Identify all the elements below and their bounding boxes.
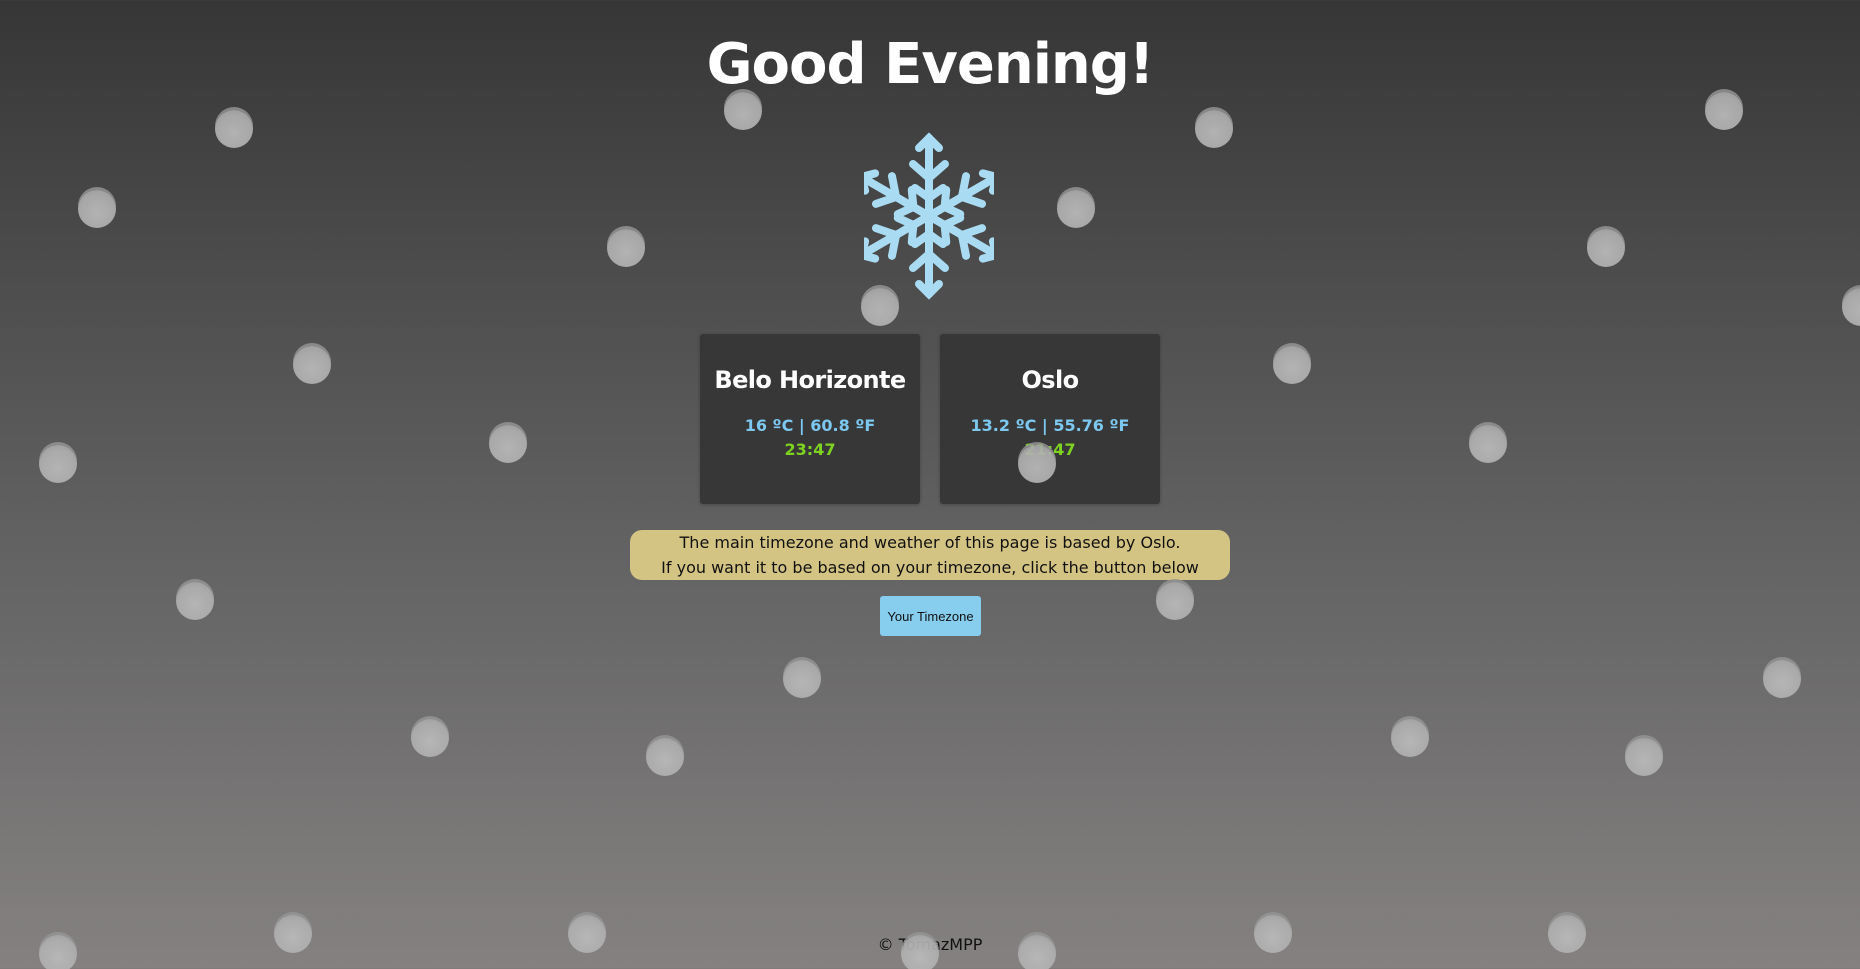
snow-particle <box>1254 915 1292 953</box>
snow-particle <box>901 935 939 969</box>
snow-particle <box>1548 915 1586 953</box>
snow-particle <box>1273 346 1311 384</box>
city-card-oslo: Oslo 13.2 ºC | 55.76 ºF 21:47 <box>940 334 1160 504</box>
snow-particle <box>293 346 331 384</box>
snow-particle <box>176 582 214 620</box>
snow-particle <box>78 190 116 228</box>
snow-particle <box>1057 190 1095 228</box>
snow-particle <box>861 288 899 326</box>
snow-particle <box>1469 425 1507 463</box>
snow-particle <box>783 660 821 698</box>
timezone-notice: The main timezone and weather of this pa… <box>630 530 1230 580</box>
snow-particle <box>1018 445 1056 483</box>
snowflake-icon <box>864 132 994 301</box>
snow-particle <box>1156 582 1194 620</box>
city-temperature: 16 ºC | 60.8 ºF <box>744 416 876 435</box>
snow-particle <box>568 915 606 953</box>
city-name: Oslo <box>1021 366 1079 394</box>
snow-particle <box>607 229 645 267</box>
your-timezone-button[interactable]: Your Timezone <box>880 596 981 636</box>
snow-particle <box>724 92 762 130</box>
snow-particle <box>1391 719 1429 757</box>
snow-particle <box>1018 935 1056 969</box>
snow-particle <box>1842 288 1860 326</box>
page-title: Good Evening! <box>706 32 1155 97</box>
city-temperature: 13.2 ºC | 55.76 ºF <box>970 416 1130 435</box>
snow-particle <box>1705 92 1743 130</box>
snow-particle <box>1763 660 1801 698</box>
snow-particle <box>274 915 312 953</box>
timezone-notice-line-1: The main timezone and weather of this pa… <box>679 533 1181 552</box>
snow-particle <box>39 935 77 969</box>
snow-particle <box>489 425 527 463</box>
snow-particle <box>215 110 253 148</box>
snow-particle <box>411 719 449 757</box>
city-time: 23:47 <box>784 440 836 459</box>
snow-particle <box>1195 110 1233 148</box>
city-name: Belo Horizonte <box>714 366 906 394</box>
snow-particle <box>646 738 684 776</box>
timezone-notice-line-2: If you want it to be based on your timez… <box>661 558 1199 577</box>
city-card-belo-horizonte: Belo Horizonte 16 ºC | 60.8 ºF 23:47 <box>700 334 920 504</box>
snow-particle <box>1625 738 1663 776</box>
snow-particle <box>39 445 77 483</box>
snow-particle <box>1587 229 1625 267</box>
